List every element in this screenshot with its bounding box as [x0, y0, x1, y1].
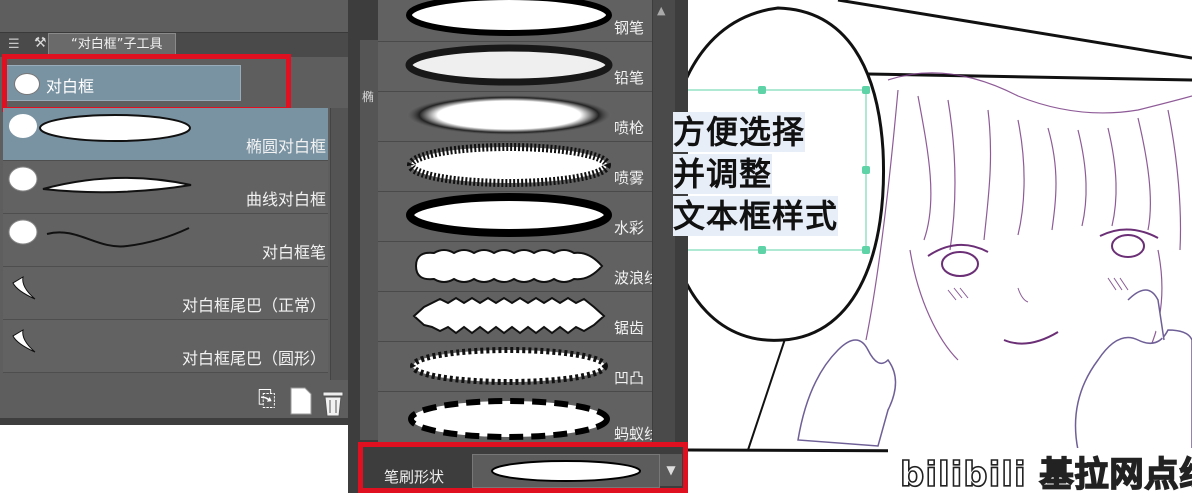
brush-shape-airbrush[interactable]: 喷枪 [378, 92, 652, 142]
sub-tool-label: 对白框笔 [261, 243, 326, 262]
scroll-up-icon[interactable]: ▲ [657, 4, 665, 17]
bilibili-watermark: bilibili 基拉网点纸 [899, 454, 1192, 496]
watercolor-shape-preview [406, 193, 612, 237]
copy-icon[interactable]: ⎘ [258, 387, 276, 412]
curve-balloon-thumb [8, 166, 192, 194]
sub-tool-icon: ⚒ [34, 35, 47, 51]
caption-line: 文本框样式 [673, 196, 839, 236]
sub-tool-balloon-pen[interactable]: 对白框笔 [3, 214, 328, 267]
sub-tool-label: 对白框尾巴（正常） [181, 296, 326, 315]
sub-tool-list: 椭圆对白框 曲线对白框 对白框笔 对白框尾巴（正常） 对白框尾巴（圆形） [3, 108, 328, 373]
highlight-box-group [2, 54, 291, 112]
caption-line: 并调整 [673, 154, 773, 194]
sub-tool-balloon-tail-round[interactable]: 对白框尾巴（圆形） [3, 320, 328, 373]
pen-shape-preview [406, 0, 612, 36]
brush-shape-spray[interactable]: 喷雾 [378, 142, 652, 192]
highlight-box-brush [358, 442, 688, 493]
sub-tool-scrollbar[interactable] [330, 108, 349, 380]
wave-shape-preview [414, 249, 604, 283]
balloon-pen-thumb [8, 219, 190, 248]
brush-shape-label: 波浪线 [614, 269, 652, 287]
brush-shape-label: 喷枪 [614, 119, 645, 137]
brush-shape-label: 喷雾 [614, 169, 645, 187]
brush-shape-label: 铅笔 [614, 69, 645, 87]
sub-tool-ellipse-balloon[interactable]: 椭圆对白框 [3, 108, 328, 161]
brush-shape-label: 凹凸 [614, 369, 645, 387]
brush-shape-list: 钢笔 铅笔 喷枪 喷雾 水彩 波浪线 锯齿 凹凸 蚂蚁线 [378, 0, 652, 445]
manga-illustration [688, 0, 1192, 493]
caption-line: 方便选择 [673, 112, 806, 152]
brush-shape-label: 锯齿 [614, 319, 645, 337]
bumpy-shape-preview [410, 347, 608, 385]
canvas-artwork [688, 0, 1192, 493]
balloon-tail-round-thumb [12, 328, 36, 353]
sub-tool-curve-balloon[interactable]: 曲线对白框 [3, 161, 328, 214]
brush-shape-pencil[interactable]: 铅笔 [378, 42, 652, 92]
sub-tool-label: 曲线对白框 [245, 190, 326, 209]
ellipse-balloon-thumb [9, 114, 191, 142]
balloon-caption[interactable]: 方便选择 并调整 文本框样式 [673, 112, 839, 238]
side-label: 椭 [362, 90, 375, 104]
brush-shape-label: 水彩 [614, 219, 645, 237]
brush-shape-pen[interactable]: 钢笔 [378, 0, 652, 42]
brush-shape-watercolor[interactable]: 水彩 [378, 192, 652, 242]
property-side-strip: 椭 [360, 40, 378, 440]
brush-shape-label: 钢笔 [614, 19, 645, 37]
pencil-shape-preview [405, 44, 613, 86]
brush-shape-wave[interactable]: 波浪线 [378, 242, 652, 292]
sub-tool-tab[interactable]: “对白框”子工具 [48, 33, 176, 55]
brush-shape-zigzag[interactable]: 锯齿 [378, 292, 652, 342]
sub-tool-label: 对白框尾巴（圆形） [181, 349, 326, 368]
brush-shape-dashed[interactable]: 蚂蚁线 [378, 392, 652, 445]
sub-tool-balloon-tail-normal[interactable]: 对白框尾巴（正常） [3, 267, 328, 320]
panel-bottom-strip [0, 418, 348, 425]
brush-shape-scrollbar[interactable]: ▲ [653, 0, 675, 445]
spray-shape-preview [407, 143, 611, 187]
new-page-icon[interactable] [290, 387, 312, 421]
sub-tool-label: 椭圆对白框 [245, 137, 326, 156]
airbrush-shape-preview [407, 95, 611, 135]
zigzag-shape-preview [412, 296, 606, 335]
brush-shape-bumpy[interactable]: 凹凸 [378, 342, 652, 392]
brush-shape-label: 蚂蚁线 [614, 425, 652, 443]
panel-menu-icon[interactable]: ☰ [8, 37, 20, 52]
dashed-shape-preview [408, 398, 610, 440]
balloon-tail-normal-thumb [12, 275, 36, 300]
